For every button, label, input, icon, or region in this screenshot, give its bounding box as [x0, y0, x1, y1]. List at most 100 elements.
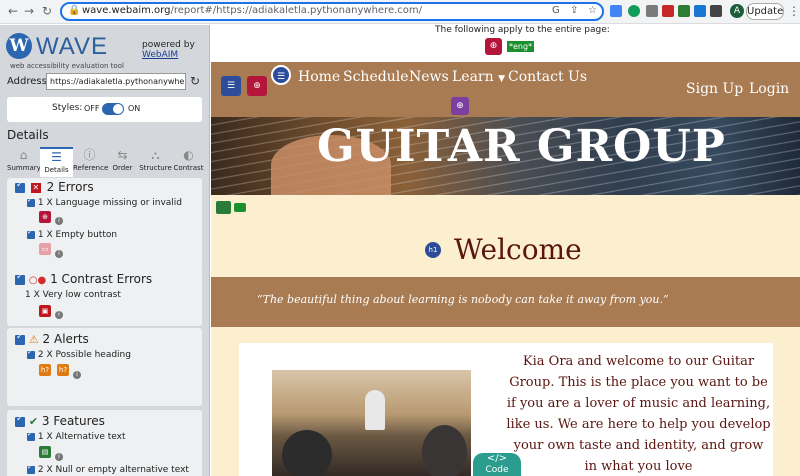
address-input[interactable]: https://adiakaletla.pythonanywhere.com/	[46, 73, 186, 90]
error-x-icon: ✕	[30, 182, 41, 193]
error-item-language[interactable]: 1 X Language missing or invalid	[27, 196, 183, 208]
nav-news[interactable]: News	[409, 69, 449, 85]
tab-label: Details	[44, 166, 69, 174]
refresh-icon[interactable]: ↻	[190, 74, 200, 88]
address-bar[interactable]: 🔒 wave.webaim.org/report#/https://adiaka…	[60, 2, 604, 21]
list-structure-icon[interactable]: ☰	[221, 76, 241, 96]
code-toggle[interactable]: </> Code	[473, 453, 521, 476]
checkbox[interactable]	[27, 463, 35, 474]
tab-summary[interactable]: ⌂ Summary	[7, 147, 41, 177]
contrast-checkbox[interactable]	[15, 272, 25, 285]
item-label: 1 X Very low contrast	[25, 290, 121, 300]
very-low-contrast-icon[interactable]: ▣	[39, 305, 51, 317]
features-checkbox[interactable]	[15, 414, 25, 427]
contrast-error-icon[interactable]: ⊕	[451, 97, 469, 115]
alt-text-icon[interactable]: ▤	[39, 446, 51, 458]
nav-contact[interactable]: Contact Us	[508, 69, 587, 85]
caret-down-icon: ▼	[498, 74, 506, 84]
item-label: 1 X Alternative text	[37, 432, 126, 442]
feature-item-alt-text[interactable]: 1 X Alternative text	[27, 430, 126, 442]
wave-sidebar: W WAVE web accessibility evaluation tool…	[0, 25, 210, 476]
alerts-checkbox[interactable]	[15, 332, 25, 345]
info-icon[interactable]: i	[55, 311, 63, 319]
nav-learn-label: Learn	[452, 69, 494, 85]
error-item-empty-button[interactable]: 1 X Empty button	[27, 228, 117, 240]
alerts-heading[interactable]: ⚠ 2 Alerts	[15, 332, 89, 346]
intro-text: Kia Ora and welcome to our Guitar Group.…	[506, 354, 771, 474]
drive-extension-icon[interactable]	[610, 5, 622, 17]
checkbox[interactable]	[27, 228, 35, 239]
language-error-icon[interactable]: ⊕	[39, 211, 51, 223]
back-arrow-icon[interactable]: ←	[6, 4, 20, 18]
features-heading[interactable]: ✔ 3 Features	[15, 414, 105, 428]
blue-extension-icon[interactable]	[694, 5, 706, 17]
checkbox[interactable]	[27, 348, 35, 359]
quote-text: “The beautiful thing about learning is n…	[257, 293, 669, 306]
alerts-panel: ⚠ 2 Alerts 2 X Possible heading h? h? i	[7, 328, 202, 406]
powered-by-text: powered by	[142, 40, 195, 50]
nav-schedule[interactable]: Schedule	[343, 69, 408, 85]
list-icon[interactable]: ☰	[271, 65, 291, 85]
bookmark-star-icon[interactable]: ☆	[588, 5, 597, 16]
item-label: 1 X Language missing or invalid	[37, 198, 183, 208]
contrast-item[interactable]: 1 X Very low contrast	[25, 290, 121, 300]
reload-icon[interactable]: ↻	[40, 4, 54, 18]
url-text: wave.webaim.org/report#/https://adiakale…	[82, 5, 423, 16]
share-icon[interactable]: ⇪	[570, 5, 578, 16]
google-icon[interactable]: G	[552, 5, 560, 16]
menu-kebab-icon[interactable]: ⋮	[788, 4, 800, 18]
webaim-link[interactable]: WebAIM	[142, 50, 195, 60]
wave-extension-icon[interactable]	[662, 5, 674, 17]
update-button[interactable]: Update	[746, 3, 784, 20]
nav-login[interactable]: Login	[749, 81, 789, 97]
features-panel: ✔ 3 Features 1 X Alternative text ▤ i 2 …	[7, 410, 202, 476]
alerts-title: 2 Alerts	[42, 332, 89, 346]
home-icon: ⌂	[19, 148, 28, 162]
styles-toggle[interactable]	[102, 103, 124, 115]
wave-logo-mark: W	[6, 33, 32, 59]
nav-learn[interactable]: Learn ▼	[452, 69, 505, 85]
language-error-icon[interactable]: ⊕	[485, 38, 502, 55]
feature-item-null-alt[interactable]: 2 X Null or empty alternative text	[27, 463, 189, 475]
student-figure	[282, 430, 332, 476]
code-icon: </>	[486, 453, 508, 464]
empty-button-icon[interactable]: ⊕	[247, 76, 267, 96]
structure-icon: ⛬	[151, 148, 160, 162]
info-icon[interactable]: i	[55, 217, 63, 225]
info-icon[interactable]: i	[73, 371, 81, 379]
classroom-photo	[272, 370, 471, 476]
heading-badge[interactable]: h1	[425, 242, 441, 258]
tab-order[interactable]: ⇆ Order	[106, 147, 139, 177]
nav-home[interactable]: Home	[298, 69, 340, 85]
puzzle-extensions-icon[interactable]	[710, 5, 722, 17]
lock-icon: 🔒	[68, 5, 81, 16]
forward-arrow-icon[interactable]: →	[22, 4, 36, 18]
feature-check-icon: ✔	[28, 415, 39, 428]
alt-text-icon[interactable]	[216, 201, 231, 214]
item-label: 2 X Possible heading	[37, 350, 131, 360]
tab-details[interactable]: ☰ Details	[40, 147, 73, 177]
contrast-heading[interactable]: ○● 1 Contrast Errors	[15, 272, 152, 286]
tab-contrast[interactable]: ◐ Contrast	[172, 147, 205, 177]
checkbox[interactable]	[27, 430, 35, 441]
teacher-figure	[365, 390, 385, 430]
info-icon[interactable]: i	[55, 453, 63, 461]
possible-heading-icon[interactable]: h?	[39, 364, 51, 376]
errors-title: 2 Errors	[46, 180, 94, 194]
possible-heading-icon[interactable]: h?	[57, 364, 69, 376]
avatar[interactable]: A	[730, 4, 744, 18]
alert-item-possible-heading[interactable]: 2 X Possible heading	[27, 348, 131, 360]
errors-heading[interactable]: ✕ 2 Errors	[15, 180, 94, 194]
tab-structure[interactable]: ⛬ Structure	[139, 147, 172, 177]
errors-checkbox[interactable]	[15, 180, 25, 193]
tab-reference[interactable]: ⓘ Reference	[73, 147, 108, 177]
checkbox[interactable]	[27, 196, 35, 207]
empty-button-error-icon[interactable]: ▭	[39, 243, 51, 255]
grammarly-extension-icon[interactable]	[628, 5, 640, 17]
info-icon[interactable]: i	[55, 250, 63, 258]
green-extension-icon[interactable]	[678, 5, 690, 17]
extension-icon[interactable]	[646, 5, 658, 17]
image-badge-icon[interactable]	[234, 203, 246, 212]
nav-sign-up[interactable]: Sign Up	[686, 81, 743, 97]
tab-label: Structure	[139, 164, 172, 172]
